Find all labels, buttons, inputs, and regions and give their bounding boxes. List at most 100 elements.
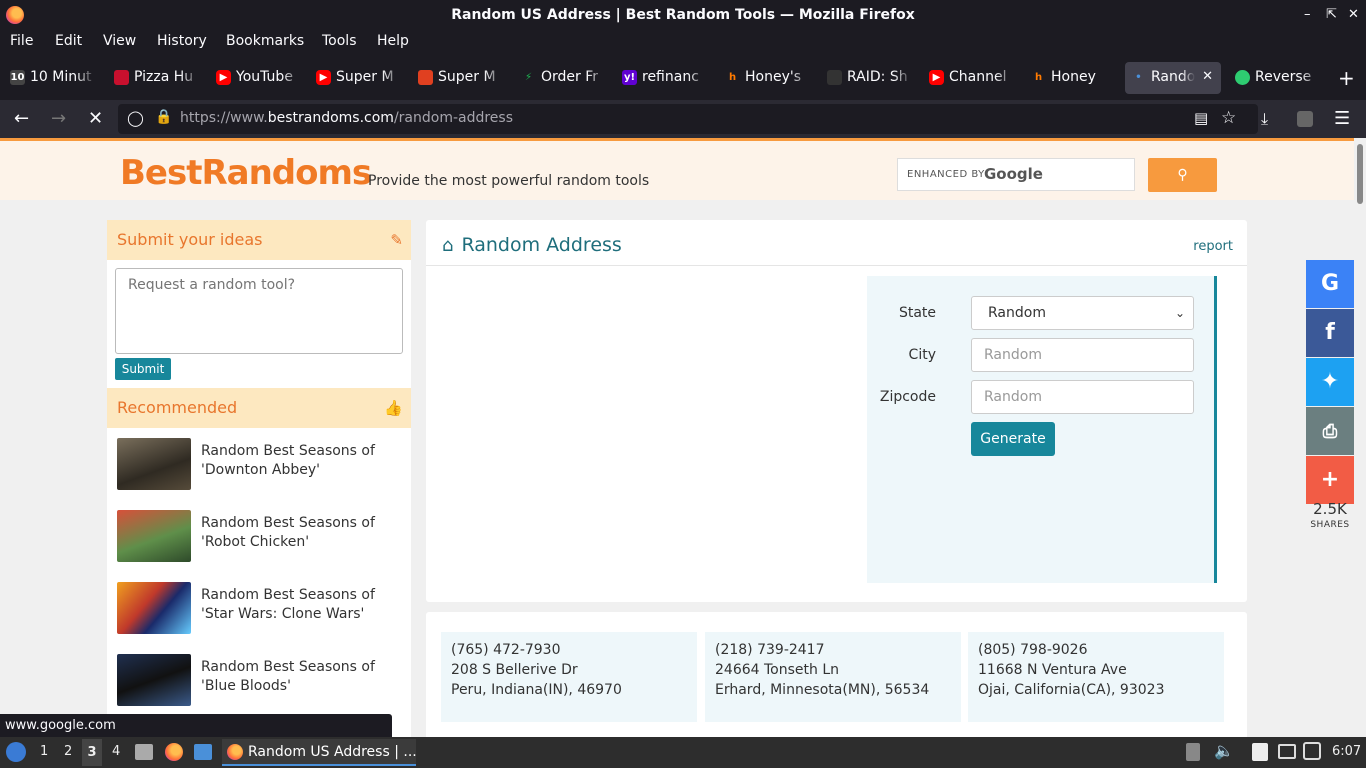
address-phone: (805) 798-9026 <box>978 642 1088 658</box>
address-results: (765) 472-7930 208 S Bellerive Dr Peru, … <box>426 612 1247 737</box>
menu-bookmarks[interactable]: Bookmarks <box>226 33 304 49</box>
taskbar-task-firefox[interactable]: Random US Address | ... <box>222 739 416 766</box>
mario-icon <box>418 70 433 85</box>
volume-icon[interactable]: 🔈 <box>1214 741 1234 760</box>
menu-tools[interactable]: Tools <box>322 33 357 49</box>
shield-icon[interactable]: ◯ <box>127 109 144 127</box>
home-icon[interactable]: ⌂ <box>442 235 453 256</box>
clipboard-icon[interactable] <box>1252 743 1268 761</box>
print-icon: ⎙ <box>1322 421 1338 442</box>
twitter-icon: ✦ <box>1320 369 1340 394</box>
tab-refinance[interactable]: y! refinanc <box>616 62 708 94</box>
more-share-button[interactable]: + <box>1306 456 1354 504</box>
status-bar: www.google.com <box>0 714 392 737</box>
clock[interactable]: 6:07 <box>1332 744 1361 759</box>
firefox-logo-icon <box>6 6 24 24</box>
tab-honeys[interactable]: h Honey's <box>719 62 811 94</box>
address-street: 11668 N Ventura Ave <box>978 662 1127 678</box>
tab-channel[interactable]: ▶ Channel <box>923 62 1015 94</box>
idea-input[interactable] <box>115 268 403 354</box>
display-icon[interactable] <box>1278 744 1296 759</box>
start-menu-icon[interactable] <box>6 742 26 762</box>
workspace-3-active[interactable]: 3 <box>82 739 102 766</box>
download-icon[interactable]: ⤓ <box>1261 108 1268 130</box>
firefox-launcher-icon[interactable] <box>165 743 183 761</box>
address-card: (218) 739-2417 24664 Tonseth Ln Erhard, … <box>705 632 961 722</box>
network-icon[interactable] <box>1303 742 1321 760</box>
menu-view[interactable]: View <box>103 33 136 49</box>
state-select[interactable]: Random ⌄ <box>971 296 1194 330</box>
menu-help[interactable]: Help <box>377 33 409 49</box>
tab-honey[interactable]: h Honey <box>1025 62 1117 94</box>
stop-icon[interactable]: ✕ <box>88 108 103 130</box>
thumbs-up-icon: 👍 <box>384 399 403 417</box>
site-logo[interactable]: BestRandoms <box>120 153 372 193</box>
divider <box>426 265 1247 266</box>
tab-youtube[interactable]: ▶ YouTube <box>210 62 302 94</box>
list-item[interactable]: Random Best Seasons of 'Robot Chicken' <box>117 510 407 570</box>
site-tagline: Provide the most powerful random tools <box>368 173 650 189</box>
site-header: BestRandoms Provide the most powerful ra… <box>0 138 1354 200</box>
hamburger-menu-icon[interactable]: ☰ <box>1334 108 1350 130</box>
state-label: State <box>898 305 936 321</box>
page-scrollbar[interactable] <box>1354 138 1366 737</box>
workspace-4[interactable]: 4 <box>112 744 120 759</box>
back-icon[interactable]: ← <box>14 108 29 130</box>
tab-reverse[interactable]: Reverse <box>1229 62 1321 94</box>
facebook-share-button[interactable]: f <box>1306 309 1354 357</box>
list-item[interactable]: Random Best Seasons of 'Blue Bloods' <box>117 654 407 714</box>
tab-pizza-hut[interactable]: Pizza Hu <box>108 62 200 94</box>
tab-super-mario-2[interactable]: Super M <box>412 62 504 94</box>
lock-icon[interactable]: 🔒 <box>155 109 172 125</box>
generate-button[interactable]: Generate <box>971 422 1055 456</box>
url-bar[interactable]: ◯ 🔒 https://www.bestrandoms.com/random-a… <box>118 104 1258 134</box>
menu-bar: File Edit View History Bookmarks Tools H… <box>0 30 1366 54</box>
submit-button[interactable]: Submit <box>115 358 171 380</box>
menu-edit[interactable]: Edit <box>55 33 82 49</box>
page-viewport: BestRandoms Provide the most powerful ra… <box>0 138 1354 737</box>
tab-super-mario-1[interactable]: ▶ Super M <box>310 62 402 94</box>
tab-10-minute-mail[interactable]: 10 10 Minut <box>4 62 96 94</box>
city-input[interactable]: Random <box>971 338 1194 372</box>
list-item[interactable]: Random Best Seasons of 'Star Wars: Clone… <box>117 582 407 642</box>
twitter-share-button[interactable]: ✦ <box>1306 358 1354 406</box>
close-tab-icon[interactable]: ✕ <box>1202 62 1213 92</box>
youtube-icon: ▶ <box>929 70 944 85</box>
list-item[interactable]: Random Best Seasons of 'Downton Abbey' <box>117 438 407 498</box>
reader-view-icon[interactable]: ▤ <box>1194 109 1208 127</box>
minimize-icon[interactable]: – <box>1304 0 1311 30</box>
battery-icon[interactable] <box>1186 743 1200 761</box>
bookmark-star-icon[interactable]: ☆ <box>1221 108 1236 128</box>
tab-order-from[interactable]: ⚡ Order Fr <box>515 62 607 94</box>
forward-icon[interactable]: → <box>51 108 66 130</box>
menu-file[interactable]: File <box>10 33 33 49</box>
url-text[interactable]: https://www.bestrandoms.com/random-addre… <box>180 110 513 126</box>
print-share-button[interactable]: ⎙ <box>1306 407 1354 455</box>
scrollbar-thumb[interactable] <box>1357 144 1363 204</box>
desktop-icon[interactable] <box>194 744 212 760</box>
window-titlebar: Random US Address | Best Random Tools — … <box>0 0 1366 30</box>
menu-history[interactable]: History <box>157 33 207 49</box>
tab-random-address-active[interactable]: • Rando ✕ <box>1125 62 1221 94</box>
address-phone: (765) 472-7930 <box>451 642 561 658</box>
workspace-1[interactable]: 1 <box>40 744 48 759</box>
close-window-icon[interactable]: ✕ <box>1348 0 1359 30</box>
extension-icon[interactable] <box>1297 111 1313 127</box>
maximize-icon[interactable]: ⇱ <box>1326 0 1337 30</box>
google-search-input[interactable]: ENHANCED BY Google <box>897 158 1135 191</box>
search-button[interactable]: ⚲ <box>1148 158 1217 192</box>
new-tab-icon[interactable]: + <box>1338 66 1355 90</box>
address-street: 208 S Bellerive Dr <box>451 662 578 678</box>
blue-bloods-thumbnail <box>117 654 191 706</box>
address-city: Erhard, Minnesota(MN), 56534 <box>715 682 930 698</box>
google-share-button[interactable]: G <box>1306 260 1354 308</box>
workspace-2[interactable]: 2 <box>64 744 72 759</box>
robot-chicken-thumbnail <box>117 510 191 562</box>
ten-minute-mail-icon: 10 <box>10 70 25 85</box>
report-link[interactable]: report <box>1193 239 1233 254</box>
tab-raid[interactable]: RAID: Sh <box>821 62 913 94</box>
file-manager-icon[interactable] <box>135 744 153 760</box>
address-card: (805) 798-9026 11668 N Ventura Ave Ojai,… <box>968 632 1224 722</box>
zipcode-input[interactable]: Random <box>971 380 1194 414</box>
bestrandoms-icon: • <box>1135 72 1142 83</box>
